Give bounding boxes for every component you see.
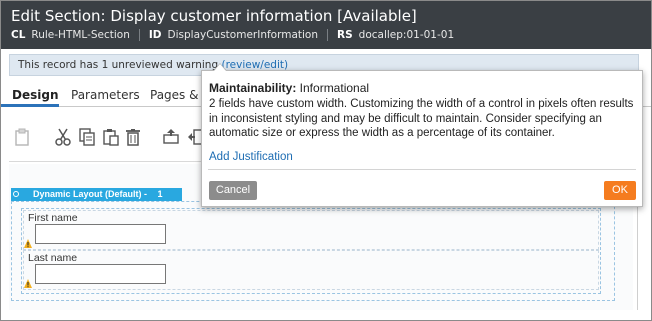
ruleset-value: docallep:01-01-01 <box>358 29 455 41</box>
ok-button[interactable]: OK <box>604 181 636 200</box>
first-name-label: First name <box>28 212 78 224</box>
rule-meta: CL Rule-HTML-Section ID DisplayCustomerI… <box>11 29 454 41</box>
class-value: Rule-HTML-Section <box>31 29 130 41</box>
first-name-input[interactable] <box>35 224 166 244</box>
warning-icon <box>24 273 32 288</box>
rule-form-window: Edit Section: Display customer informati… <box>0 0 652 321</box>
warning-icon <box>24 233 32 248</box>
popover-severity: Informational <box>296 81 370 95</box>
rule-header: Edit Section: Display customer informati… <box>1 1 651 49</box>
id-key: ID <box>148 29 162 41</box>
popover-heading: Maintainability: Informational <box>209 81 369 95</box>
clipboard-icon[interactable] <box>13 127 31 147</box>
layout-header-label: Dynamic Layout (Default) - <box>33 189 148 199</box>
cancel-button[interactable]: Cancel <box>209 181 257 200</box>
dynamic-layout-header[interactable]: Dynamic Layout (Default) - 1 <box>11 188 182 201</box>
class-key: CL <box>11 29 26 41</box>
active-tab-indicator <box>1 104 59 107</box>
paste-icon[interactable] <box>102 127 120 147</box>
delete-icon[interactable] <box>124 127 142 147</box>
ruleset-key: RS <box>337 29 353 41</box>
popover-message: 2 fields have custom width. Customizing … <box>209 98 634 139</box>
tab-parameters[interactable]: Parameters <box>71 88 140 102</box>
popover-divider <box>208 169 636 170</box>
layout-number: 1 <box>157 189 163 199</box>
layout-cell-last-name[interactable]: Last name <box>23 250 599 290</box>
rule-title: Edit Section: Display customer informati… <box>11 7 417 25</box>
tab-design[interactable]: Design <box>12 88 59 102</box>
add-justification-link[interactable]: Add Justification <box>209 151 293 163</box>
id-value: DisplayCustomerInformation <box>167 29 319 41</box>
meta-separator <box>327 29 329 41</box>
layout-cell-first-name[interactable]: First name <box>23 210 599 250</box>
popover-category: Maintainability: <box>209 81 297 95</box>
insert-row-icon[interactable] <box>162 127 180 147</box>
tab-pages-and-classes[interactable]: Pages & C <box>150 88 203 102</box>
last-name-input[interactable] <box>35 264 166 284</box>
cut-icon[interactable] <box>54 127 72 147</box>
last-name-label: Last name <box>28 252 78 264</box>
layout-radio-icon <box>13 191 19 197</box>
meta-separator <box>138 29 140 41</box>
warning-text: This record has 1 unreviewed warning <box>18 59 219 71</box>
popover-arrow-fill <box>214 64 226 71</box>
copy-icon[interactable] <box>78 127 96 147</box>
warning-popover: Maintainability: Informational 2 fields … <box>201 70 643 207</box>
